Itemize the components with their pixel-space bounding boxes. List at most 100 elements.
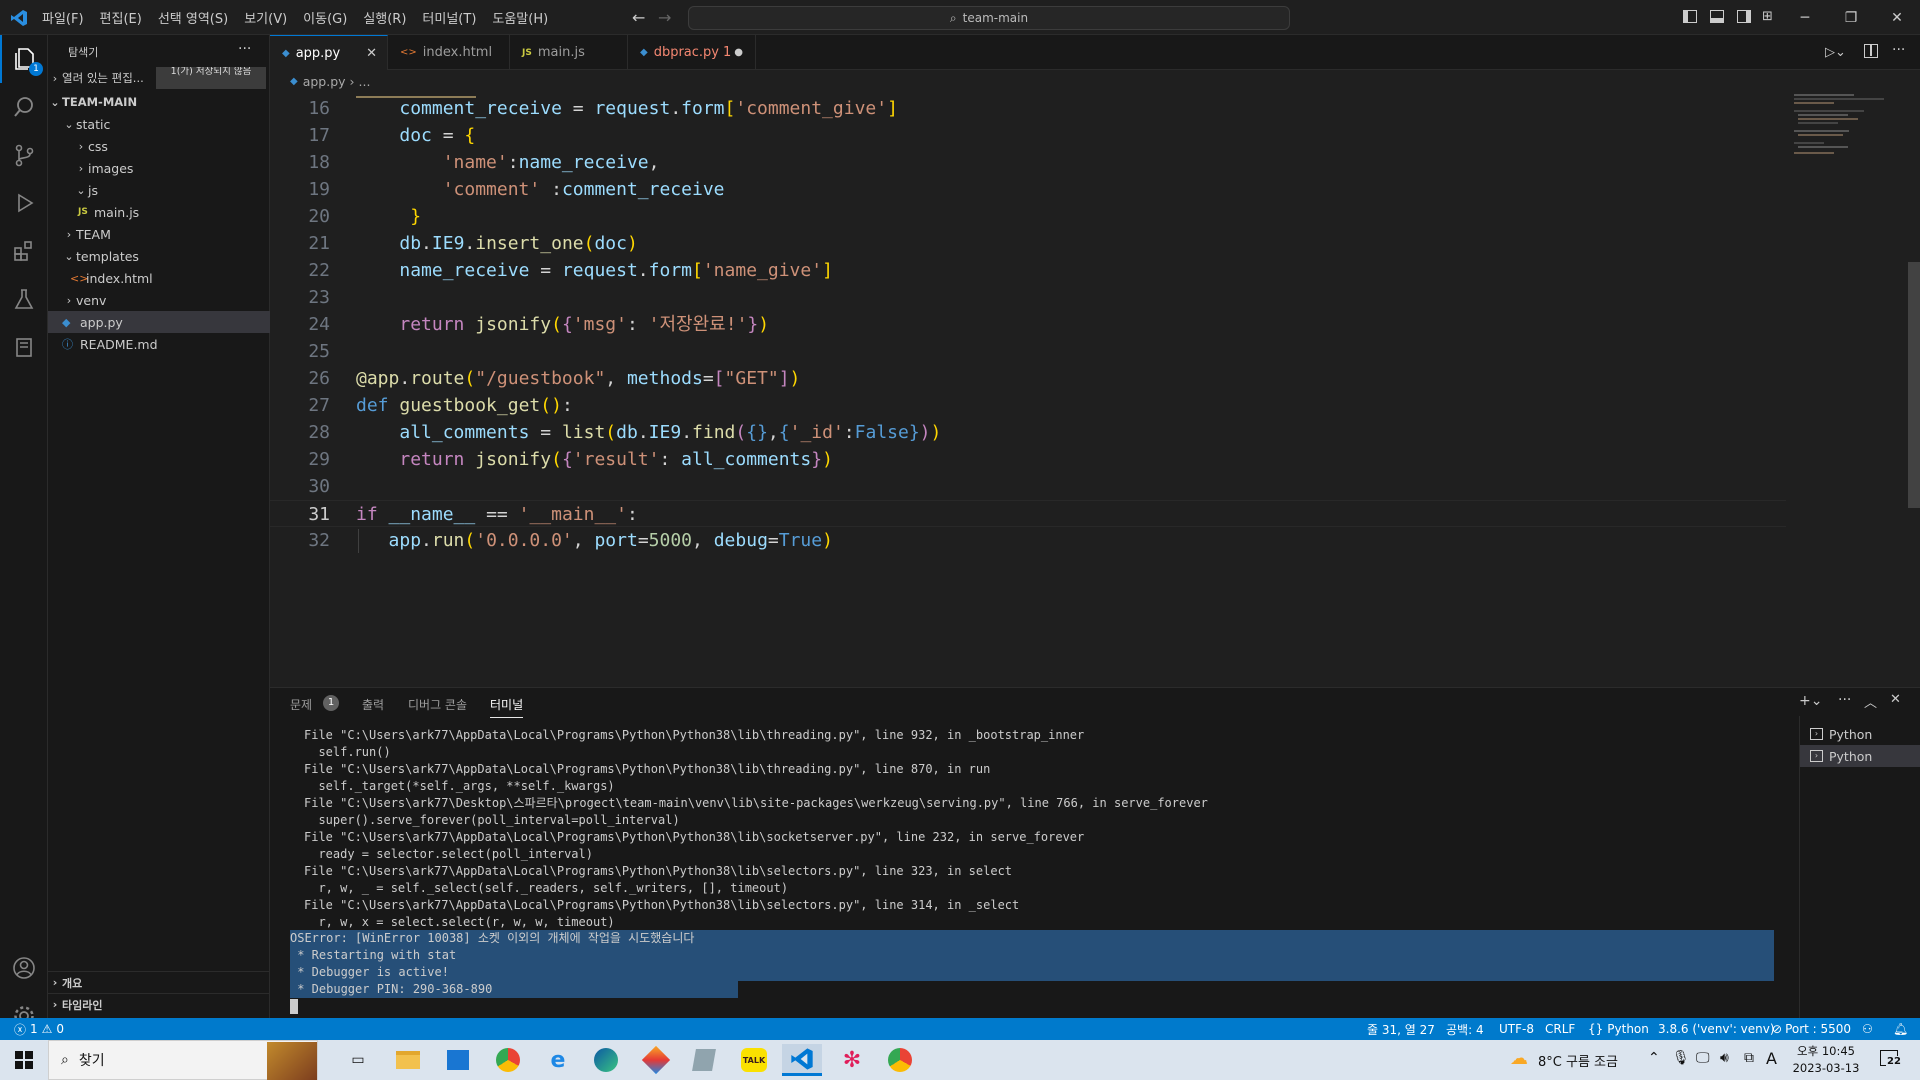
slack-icon[interactable]: ✻ <box>832 1044 872 1076</box>
menu-go[interactable]: 이동(G) <box>295 8 355 27</box>
file-index-html[interactable]: <> index.html <box>48 267 270 289</box>
chrome-icon-2[interactable] <box>880 1044 920 1076</box>
toggle-panel-icon[interactable] <box>1710 10 1724 23</box>
folder-css[interactable]: › css <box>48 135 270 157</box>
tab-main-js[interactable]: JS main.js <box>510 35 628 70</box>
tab-dbprac-py[interactable]: ◆ dbprac.py 1 ● <box>628 35 756 70</box>
run-file-icon[interactable]: ▷⌄ <box>1825 45 1846 60</box>
command-center-search[interactable]: ⌕ team-main <box>688 6 1290 30</box>
folder-static[interactable]: ⌄ static <box>48 113 270 135</box>
language-mode[interactable]: {} Python <box>1588 1018 1649 1040</box>
folder-images[interactable]: › images <box>48 157 270 179</box>
customize-layout-icon[interactable]: ⊞ <box>1762 9 1773 24</box>
action-center-icon[interactable]: 22 <box>1878 1048 1906 1072</box>
store-icon[interactable] <box>438 1044 478 1076</box>
menu-help[interactable]: 도움말(H) <box>484 8 556 27</box>
toggle-sidebar-icon[interactable] <box>1683 10 1697 23</box>
clock[interactable]: 오후 10:45 2023-03-13 <box>1790 1043 1862 1077</box>
indentation[interactable]: 공백: 4 <box>1446 1018 1484 1040</box>
line-ending[interactable]: CRLF <box>1545 1018 1575 1040</box>
minimize-button[interactable]: ─ <box>1782 0 1828 35</box>
search-icon[interactable] <box>0 83 48 131</box>
testing-flask-icon[interactable] <box>0 275 48 323</box>
notepad-icon[interactable] <box>684 1044 724 1076</box>
new-terminal-icon[interactable]: +⌄ <box>1799 693 1822 709</box>
maximize-panel-icon[interactable]: ︿ <box>1864 692 1877 711</box>
folder-venv[interactable]: › venv <box>48 289 270 311</box>
menu-bar: 파일(F) 편집(E) 선택 영역(S) 보기(V) 이동(G) 실행(R) 터… <box>34 0 556 35</box>
ime-indicator[interactable]: A <box>1766 1049 1777 1068</box>
microphone-icon[interactable]: 🎙︎ <box>1672 1050 1690 1066</box>
menu-terminal[interactable]: 터미널(T) <box>414 8 484 27</box>
menu-run[interactable]: 실행(R) <box>355 8 414 27</box>
encoding[interactable]: UTF-8 <box>1499 1018 1534 1040</box>
run-debug-icon[interactable] <box>0 179 48 227</box>
terminal-output[interactable]: File "C:\Users\ark77\AppData\Local\Progr… <box>290 727 1774 1014</box>
timeline-section[interactable]: › 타임라인 <box>48 993 270 1015</box>
unsaved-dot-icon[interactable]: ● <box>734 47 743 58</box>
tab-problems[interactable]: 문제 <box>290 696 312 713</box>
vscode-taskbar-icon[interactable] <box>782 1044 822 1076</box>
breadcrumb-file[interactable]: app.py <box>303 74 346 89</box>
terminal-instance-active[interactable]: › Python <box>1800 745 1920 767</box>
terminal-instance[interactable]: › Python <box>1800 723 1920 745</box>
close-panel-icon[interactable]: ✕ <box>1890 692 1901 707</box>
restore-button[interactable]: ❐ <box>1828 0 1874 35</box>
problems-status[interactable]: ⓧ 1 ⚠ 0 <box>14 1018 64 1040</box>
close-window-button[interactable]: ✕ <box>1874 0 1920 35</box>
file-main-js[interactable]: JS main.js <box>48 201 270 223</box>
volume-icon[interactable]: 🔊︎ <box>1720 1050 1729 1066</box>
chrome-icon[interactable] <box>488 1044 528 1076</box>
weather-text[interactable]: 8°C 구름 조금 <box>1538 1051 1618 1070</box>
internet-explorer-icon[interactable]: e <box>538 1044 578 1076</box>
live-server-port[interactable]: ⊘ Port : 5500 <box>1772 1018 1851 1040</box>
file-app-py[interactable]: ◆ app.py <box>48 311 270 333</box>
menu-file[interactable]: 파일(F) <box>34 8 92 27</box>
task-view-icon[interactable]: ▭ <box>338 1044 378 1076</box>
tab-terminal[interactable]: 터미널 <box>490 696 524 718</box>
app-icon[interactable] <box>636 1044 676 1076</box>
kakaotalk-icon[interactable]: TALK <box>734 1044 774 1076</box>
tab-debug-console[interactable]: 디버그 콘솔 <box>408 696 467 713</box>
tab-index-html[interactable]: <> index.html <box>388 35 510 70</box>
menu-view[interactable]: 보기(V) <box>236 8 295 27</box>
tray-chevron-up-icon[interactable]: ⌃ <box>1648 1050 1660 1066</box>
outline-section[interactable]: › 개요 <box>48 971 270 993</box>
folder-team[interactable]: › TEAM <box>48 223 270 245</box>
source-control-icon[interactable] <box>0 131 48 179</box>
minimap[interactable] <box>1790 92 1900 162</box>
editor-more-icon[interactable]: ··· <box>1892 42 1905 58</box>
cursor-position[interactable]: 줄 31, 열 27 <box>1367 1018 1435 1040</box>
network-icon[interactable]: 🖵 <box>1696 1050 1710 1066</box>
toggle-secondary-sidebar-icon[interactable] <box>1737 10 1751 23</box>
code-editor[interactable]: 16 comment_receive = request.form['comme… <box>270 92 1920 687</box>
python-interpreter[interactable]: 3.8.6 ('venv': venv) <box>1658 1018 1775 1040</box>
menu-selection[interactable]: 선택 영역(S) <box>150 8 236 27</box>
tray-app-icon[interactable]: ⧉ <box>1744 1050 1754 1066</box>
split-editor-icon[interactable] <box>1864 44 1878 58</box>
editor-scrollbar[interactable] <box>1908 262 1920 508</box>
tab-output[interactable]: 출력 <box>362 696 384 713</box>
explorer-icon[interactable]: 1 <box>0 35 48 83</box>
root-folder[interactable]: ⌄ TEAM-MAIN <box>48 91 270 113</box>
close-tab-icon[interactable]: ✕ <box>366 46 377 61</box>
edge-icon[interactable] <box>586 1044 626 1076</box>
back-arrow-icon[interactable]: ← <box>632 8 645 27</box>
tab-app-py[interactable]: ◆ app.py ✕ <box>270 35 388 70</box>
folder-js[interactable]: ⌄ js <box>48 179 270 201</box>
more-actions-icon[interactable]: ··· <box>238 41 251 57</box>
remote-explorer-icon[interactable] <box>0 323 48 371</box>
feedback-icon[interactable]: ⚇ <box>1862 1018 1873 1040</box>
notifications-bell-icon[interactable]: 🔔︎ <box>1893 1018 1908 1040</box>
taskbar-search-box[interactable]: ⌕ 찾기 <box>48 1040 318 1080</box>
breadcrumb-symbol[interactable]: ... <box>359 74 371 89</box>
file-readme[interactable]: ⓘ README.md <box>48 333 270 355</box>
extensions-icon[interactable] <box>0 227 48 275</box>
menu-edit[interactable]: 편집(E) <box>92 8 150 27</box>
forward-arrow-icon[interactable]: → <box>658 8 671 27</box>
windows-start-icon[interactable] <box>4 1044 44 1076</box>
account-icon[interactable] <box>0 944 48 992</box>
folder-templates[interactable]: ⌄ templates <box>48 245 270 267</box>
panel-more-icon[interactable]: ··· <box>1838 692 1851 708</box>
file-explorer-icon[interactable] <box>388 1044 428 1076</box>
